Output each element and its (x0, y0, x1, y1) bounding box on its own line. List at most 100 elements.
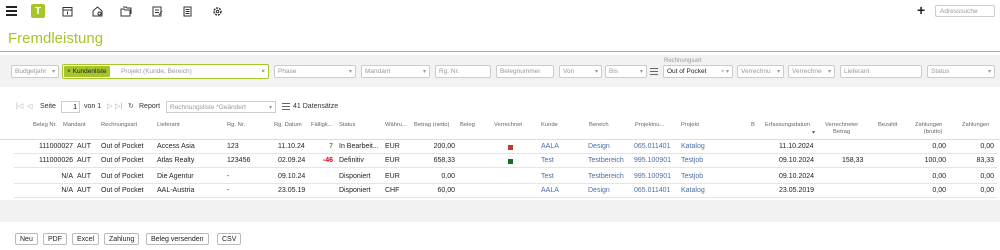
btn-zahlung[interactable]: Zahlung (104, 233, 140, 245)
cell-zb: 0,00 (932, 173, 946, 180)
cell-projekt[interactable]: Katalog (681, 143, 705, 150)
col-rgdatum[interactable]: Rg. Datum (274, 122, 302, 129)
cell-bereich[interactable]: Testbereich (588, 173, 624, 180)
gear-icon[interactable] (210, 4, 224, 18)
col-verrechneter[interactable]: Verrechneter Betrag (825, 122, 858, 136)
first-page-icon[interactable]: |◁ (16, 102, 23, 110)
col-faellig[interactable]: Fälligk... (311, 122, 333, 129)
project-input[interactable]: Projekt (Kunde, Bereich) (121, 68, 192, 75)
status-select[interactable]: Status ▾ (927, 65, 995, 78)
cell-mandant: AUT (77, 173, 91, 180)
next-page-icon[interactable]: ▷ (107, 102, 112, 110)
col-projektnr[interactable]: Projektnu... (635, 122, 664, 129)
address-search-input[interactable]: Adresssuche (935, 5, 995, 17)
col-rechnungsart[interactable]: Rechnungsart (101, 122, 137, 129)
cell-projektnr[interactable]: 995.100901 (634, 157, 671, 164)
budgetjahr-select[interactable]: Budgetjahr ▾ (11, 65, 59, 78)
verrechnet-select[interactable]: Verrechne ▾ (788, 65, 835, 78)
col-kunde[interactable]: Kunde (541, 122, 558, 129)
btn-neu[interactable]: Neu (15, 233, 38, 245)
cell-rgnr: - (227, 187, 230, 194)
cell-kunde[interactable]: Test (541, 157, 554, 164)
btn-beleg-versenden[interactable]: Beleg versenden (146, 233, 209, 245)
columns-menu-icon[interactable] (282, 103, 290, 112)
table-row[interactable]: 111000027 AUT Out of Pocket Access Asia 123 1… (14, 140, 997, 154)
cell-bereich[interactable]: Design (588, 143, 610, 150)
table-row[interactable]: N/A AUT Out of Pocket Die Agentur - 09.10.24 D… (14, 170, 997, 184)
cell-kunde[interactable]: Test (541, 173, 554, 180)
menu-lines-icon[interactable] (650, 68, 658, 77)
col-erfassung[interactable]: Erfassungsdatum (765, 122, 810, 129)
bis-date[interactable]: Bis ▾ (605, 65, 647, 78)
cell-projekt[interactable]: Testjob (681, 173, 703, 180)
col-lieferant[interactable]: Lieferant (157, 122, 180, 129)
cell-projekt[interactable]: Katalog (681, 187, 705, 194)
kundenliste-chip[interactable]: × Kundenliste (64, 66, 110, 77)
cell-kunde[interactable]: AALA (541, 143, 559, 150)
col-b[interactable]: B (751, 122, 755, 129)
customer-project-filter[interactable]: × Kundenliste Projekt (Kunde, Bereich) × (62, 64, 269, 79)
col-verrechnet[interactable]: Verrechnet (494, 122, 522, 129)
sort-desc-icon[interactable]: ▾ (812, 130, 815, 137)
col-bezahlt[interactable]: Bezahlt (878, 122, 897, 129)
cell-status: In Bearbeit... (339, 143, 379, 150)
btn-pdf[interactable]: PDF (43, 233, 67, 245)
cell-bereich[interactable]: Testbereich (588, 157, 624, 164)
cell-kunde[interactable]: AALA (541, 187, 559, 194)
cell-z: 0,00 (980, 187, 994, 194)
col-betrag[interactable]: Betrag (netto) (414, 122, 449, 129)
table-header: Beleg Nr. Mandant Rechnungsart Lieferant… (0, 120, 1000, 140)
cell-mandant: AUT (77, 187, 91, 194)
mandant-select[interactable]: Mandant ▾ (361, 65, 430, 78)
col-mandant[interactable]: Mandant (63, 122, 86, 129)
cell-mandant: AUT (77, 157, 91, 164)
col-zahlungen[interactable]: Zahlungen (962, 122, 989, 129)
cell-projektnr[interactable]: 065.011401 (634, 143, 670, 150)
col-projekt[interactable]: Projekt (681, 122, 699, 129)
btn-csv[interactable]: CSV (217, 233, 242, 245)
cell-rechnungsart: Out of Pocket (101, 187, 144, 194)
cell-projektnr[interactable]: 065.011401 (634, 187, 670, 194)
documents-icon[interactable] (180, 4, 194, 18)
table-footer-area (0, 200, 1000, 222)
col-waehrung[interactable]: Währu... (385, 122, 407, 129)
col-status[interactable]: Status (339, 122, 355, 129)
col-rgnr[interactable]: Rg. Nr. (227, 122, 245, 129)
phase-select[interactable]: Phase ▾ (274, 65, 356, 78)
col-belegnr[interactable]: Beleg Nr. (33, 122, 57, 129)
hamburger-menu-icon[interactable] (4, 4, 18, 18)
report-select[interactable]: Rechnungsliste *Geändert ▾ (166, 101, 276, 113)
time-app-icon[interactable]: T (31, 4, 45, 18)
cell-bereich[interactable]: Design (588, 187, 610, 194)
col-bereich[interactable]: Bereich (589, 122, 609, 129)
top-toolbar: T + Adresssuche (0, 0, 1000, 22)
btn-excel[interactable]: Excel (72, 233, 100, 245)
clear-icon[interactable]: × (261, 68, 265, 75)
record-count: 41 Datensätze (293, 103, 339, 110)
page-number-input[interactable] (61, 101, 80, 113)
prev-page-icon[interactable]: ◁ (27, 102, 32, 110)
table-row[interactable]: N/A AUT Out of Pocket AAL-Austria - 23.05.19 D… (14, 184, 997, 198)
cell-betrag: 658,33 (433, 157, 455, 164)
rg-nr-input[interactable]: Rg. Nr. (435, 65, 491, 78)
refresh-icon[interactable]: ↻ (128, 102, 134, 110)
folders-icon[interactable] (119, 4, 133, 18)
table-row[interactable]: 111000026 AUT Out of Pocket Atlas Realty 123… (14, 154, 997, 168)
cell-projekt[interactable]: Testjob (681, 157, 703, 164)
belegnummer-input[interactable]: Belegnummer (496, 65, 554, 78)
von-date[interactable]: Von ▾ (559, 65, 602, 78)
cell-projektnr[interactable]: 995.100901 (634, 173, 671, 180)
add-icon[interactable]: + (917, 3, 925, 17)
last-page-icon[interactable]: ▷| (115, 102, 122, 110)
house-settings-icon[interactable] (90, 4, 104, 18)
page-count: von 1 (84, 103, 102, 110)
page-title: Fremdleistung (8, 30, 104, 47)
lieferant-input[interactable]: Lieferant (840, 65, 922, 78)
calendar-icon[interactable] (60, 4, 74, 18)
checklist-icon[interactable] (150, 4, 164, 18)
rechnungsart-label: Rechnungsart (664, 58, 702, 64)
verrechnung-select[interactable]: Verrechnu ▾ (737, 65, 784, 78)
col-beleg[interactable]: Beleg (460, 122, 475, 129)
col-zahlungen-brutto[interactable]: Zahlungen (brutto) (915, 122, 942, 136)
rechnungsart-select[interactable]: Out of Pocket × ▾ (663, 65, 733, 78)
